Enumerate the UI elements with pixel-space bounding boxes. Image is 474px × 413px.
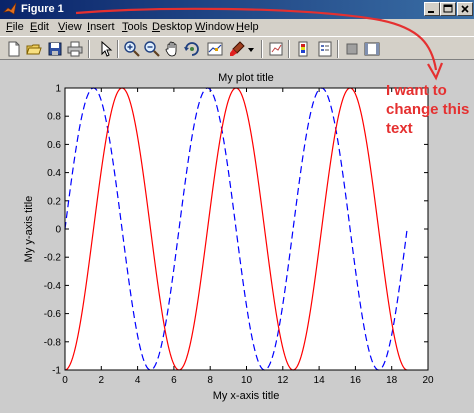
y-tick-label: -0.6	[44, 309, 62, 320]
x-tick-label: 16	[350, 375, 362, 386]
y-tick-label: 0.8	[47, 112, 61, 123]
x-tick-label: 2	[99, 375, 105, 386]
y-tick-label: 0.4	[47, 168, 61, 179]
y-tick-label: 0.2	[47, 196, 61, 207]
y-tick-label: -1	[52, 366, 61, 377]
x-tick-label: 12	[277, 375, 289, 386]
x-tick-label: 4	[135, 375, 141, 386]
x-tick-label: 6	[171, 375, 177, 386]
x-tick-label: 20	[422, 375, 434, 386]
annotation-text: I want to change this text	[386, 82, 470, 137]
x-tick-label: 10	[241, 375, 253, 386]
x-tick-label: 18	[386, 375, 398, 386]
x-tick-label: 8	[207, 375, 213, 386]
y-tick-label: -0.4	[44, 281, 62, 292]
plot-area[interactable]: My plot title My x-axis title My y-axis …	[0, 0, 474, 413]
y-tick-label: 1	[55, 84, 61, 95]
x-tick-label: 14	[314, 375, 326, 386]
y-tick-label: -0.2	[44, 253, 62, 264]
y-tick-label: 0	[55, 225, 61, 236]
plot-title[interactable]: My plot title	[218, 72, 274, 84]
x-tick-label: 0	[62, 375, 68, 386]
y-tick-label: 0.6	[47, 140, 61, 151]
axes-background	[65, 88, 428, 370]
x-axis-label[interactable]: My x-axis title	[213, 390, 280, 402]
figure-window: Figure 1 File Edit View Insert Tools Des…	[0, 0, 474, 413]
y-axis-label[interactable]: My y-axis title	[23, 196, 35, 263]
y-tick-label: -0.8	[44, 337, 62, 348]
